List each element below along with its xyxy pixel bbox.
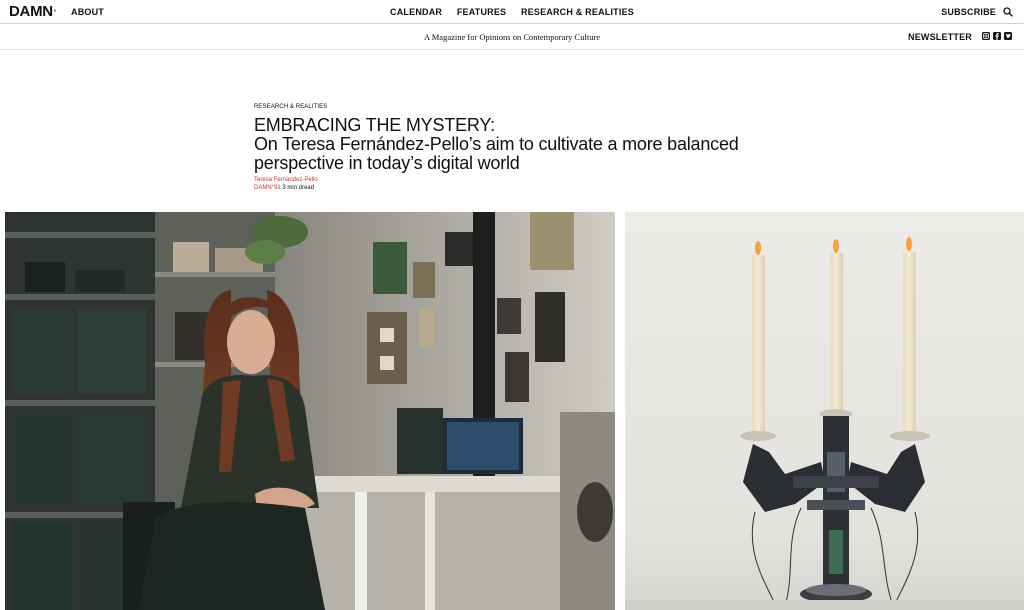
read-time: 3 min dread (282, 185, 315, 191)
tagline-bar: A Magazine for Opinions on Contemporary … (0, 24, 1024, 50)
studio-portrait-photo (5, 212, 615, 610)
facebook-icon[interactable] (993, 32, 1001, 40)
issue-link[interactable]: DAMN°91 (254, 185, 281, 191)
article-category[interactable]: RESEARCH & REALITIES (254, 104, 327, 110)
candelabra-photo (625, 212, 1024, 610)
newsletter-link[interactable]: NEWSLETTER (908, 32, 972, 42)
twitter-icon[interactable] (1004, 32, 1012, 40)
nav-calendar-link[interactable]: CALENDAR (390, 7, 442, 17)
nav-research-realities-link[interactable]: RESEARCH & REALITIES (521, 7, 634, 17)
headline-line-3: perspective in today’s digital world (254, 153, 520, 173)
headline-line-2: On Teresa Fernández-Pello’s aim to culti… (254, 134, 739, 154)
instagram-icon[interactable] (982, 32, 990, 40)
search-icon[interactable] (1003, 7, 1013, 17)
headline-line-1: EMBRACING THE MYSTERY: (254, 115, 495, 135)
article-meta: DAMN°91 3 min dread (254, 185, 314, 191)
subscribe-link[interactable]: SUBSCRIBE (941, 7, 996, 17)
article-author[interactable]: Teresa Fernández-Pello (254, 177, 318, 183)
nav-center-menu: CALENDAR FEATURES RESEARCH & REALITIES (0, 7, 1024, 17)
nav-features-link[interactable]: FEATURES (457, 7, 506, 17)
article-headline: EMBRACING THE MYSTERY: On Teresa Fernánd… (254, 116, 794, 173)
magazine-tagline: A Magazine for Opinions on Contemporary … (423, 32, 601, 42)
top-navigation: DAMN° ABOUT CALENDAR FEATURES RESEARCH &… (0, 0, 1024, 24)
